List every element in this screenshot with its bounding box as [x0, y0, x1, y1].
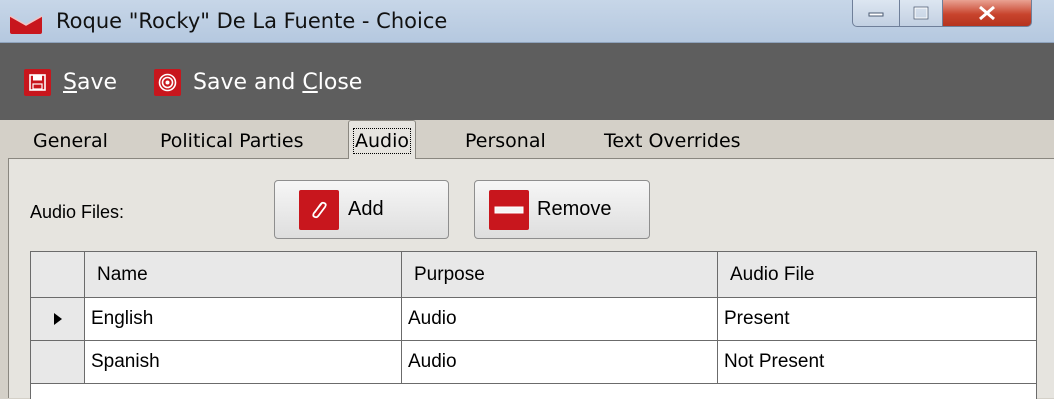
add-button[interactable]: Add [274, 180, 449, 239]
cell-audio-file[interactable]: Present [718, 298, 1036, 340]
column-header-audio-file[interactable]: Audio File [718, 252, 1036, 297]
current-row-arrow-icon [53, 313, 62, 325]
tab-text-overrides[interactable]: Text Overrides [604, 127, 741, 155]
toolbar: Save Save and Close [0, 43, 1054, 120]
tab-political-parties[interactable]: Political Parties [160, 127, 303, 155]
save-and-close-button[interactable]: Save and Close [154, 64, 362, 100]
maximize-button[interactable] [900, 0, 943, 27]
tab-strip: General Political Parties Audio Personal… [8, 120, 1054, 159]
remove-button-label: Remove [537, 198, 612, 220]
table-row[interactable]: English Audio Present [31, 298, 1036, 341]
save-label: Save [63, 69, 118, 95]
cell-name[interactable]: Spanish [85, 341, 402, 383]
close-button[interactable] [943, 0, 1032, 27]
target-icon [154, 68, 181, 96]
app-logo-icon [9, 15, 43, 34]
cell-audio-file[interactable]: Not Present [718, 341, 1036, 383]
cell-name[interactable]: English [85, 298, 402, 340]
column-header-purpose[interactable]: Purpose [402, 252, 718, 297]
floppy-disk-icon [24, 68, 51, 96]
minimize-button[interactable] [852, 0, 900, 27]
tab-audio-label: Audio [352, 128, 412, 154]
save-and-close-label: Save and Close [193, 69, 363, 95]
maximize-icon [913, 6, 929, 20]
add-button-label: Add [348, 198, 384, 220]
tab-general[interactable]: General [33, 127, 108, 155]
save-button[interactable]: Save [24, 64, 117, 100]
close-icon [979, 5, 995, 21]
row-selector-header [31, 252, 85, 297]
row-selector[interactable] [31, 298, 85, 340]
audio-tab-panel: Audio Files: Add Remove Name Purpose Aud… [8, 159, 1054, 399]
tab-personal[interactable]: Personal [465, 127, 546, 155]
window-title: Roque "Rocky" De La Fuente - Choice [56, 9, 448, 33]
column-header-name[interactable]: Name [85, 252, 402, 297]
window-controls [852, 0, 1032, 28]
title-bar: Roque "Rocky" De La Fuente - Choice [0, 0, 1054, 43]
grid-header-row: Name Purpose Audio File [31, 252, 1036, 298]
row-selector[interactable] [31, 341, 85, 383]
cell-purpose[interactable]: Audio [402, 298, 718, 340]
cell-purpose[interactable]: Audio [402, 341, 718, 383]
minimize-icon [868, 12, 884, 17]
remove-button[interactable]: Remove [474, 180, 650, 239]
table-row[interactable]: Spanish Audio Not Present [31, 341, 1036, 384]
tab-audio[interactable]: Audio [348, 120, 417, 159]
audio-files-label: Audio Files: [30, 202, 125, 222]
audio-files-grid[interactable]: Name Purpose Audio File English Audio Pr… [30, 251, 1037, 399]
minus-bar-icon [489, 189, 529, 230]
paperclip-icon [299, 189, 339, 230]
